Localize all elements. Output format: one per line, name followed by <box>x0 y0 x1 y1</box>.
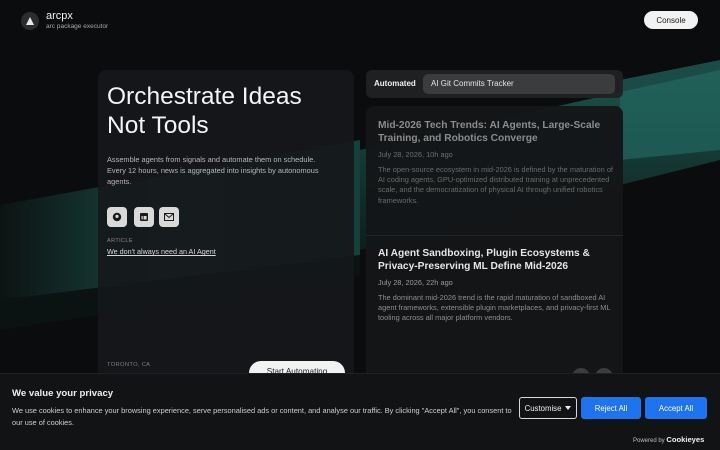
powered-by-label: Powered by <box>633 438 665 444</box>
cookieyes-logo: Cookieyes <box>666 435 705 444</box>
brand-name: arcpx <box>46 10 73 22</box>
list-item[interactable]: Mid-2026 Tech Trends: AI Agents, Large-S… <box>378 120 614 206</box>
hero-card: Orchestrate Ideas Not Tools Assemble age… <box>98 70 354 380</box>
accept-all-button[interactable]: Accept All <box>645 397 707 419</box>
post-date: July 28, 2026, 22h ago <box>378 278 453 287</box>
linkedin-icon[interactable] <box>134 207 154 227</box>
post-title: AI Agent Sandboxing, Plugin Ecosystems &… <box>378 248 590 272</box>
post-title: Mid-2026 Tech Trends: AI Agents, Large-S… <box>378 120 601 144</box>
cookie-title: We value your privacy <box>12 388 114 399</box>
chevron-down-icon <box>565 406 572 410</box>
article-link[interactable]: We don't always need an AI Agent <box>107 247 216 256</box>
feed-list[interactable]: Mid-2026 Tech Trends: AI Agents, Large-S… <box>366 106 623 380</box>
tab-automated[interactable]: Automated <box>374 79 416 88</box>
console-button[interactable]: Console <box>644 11 698 29</box>
arc-triangle-icon <box>21 11 39 30</box>
location-label: TORONTO, CA <box>107 362 151 368</box>
feed-search-input[interactable]: AI Git Commits Tracker <box>423 74 615 94</box>
list-item[interactable]: AI Agent Sandboxing, Plugin Ecosystems &… <box>378 248 614 324</box>
feed-tab-bar: Automated AI Git Commits Tracker <box>366 70 623 98</box>
brand-subtitle: arc package executor <box>46 23 109 30</box>
github-icon[interactable] <box>107 207 127 227</box>
customise-label: Customise <box>524 403 562 413</box>
post-date: July 28, 2026, 10h ago <box>378 150 453 159</box>
post-body: The dominant mid-2026 trend is the rapid… <box>378 293 611 323</box>
brand[interactable]: arcpx arc package executor <box>21 10 108 31</box>
hero-description: Assemble agents from signals and automat… <box>107 155 319 187</box>
article-label: ARTICLE <box>107 238 133 244</box>
reject-all-button[interactable]: Reject All <box>581 397 641 419</box>
cookie-banner: We value your privacy We use cookies to … <box>0 373 720 450</box>
hero-title: Orchestrate Ideas Not Tools <box>107 83 302 139</box>
cookie-text: We use cookies to enhance your browsing … <box>12 406 512 427</box>
email-icon[interactable] <box>159 207 179 227</box>
customise-button[interactable]: Customise <box>519 397 577 419</box>
divider <box>366 235 623 236</box>
post-body: The open-source ecosystem in mid-2026 is… <box>378 165 613 205</box>
powered-by: Powered by Cookieyes <box>633 435 704 444</box>
